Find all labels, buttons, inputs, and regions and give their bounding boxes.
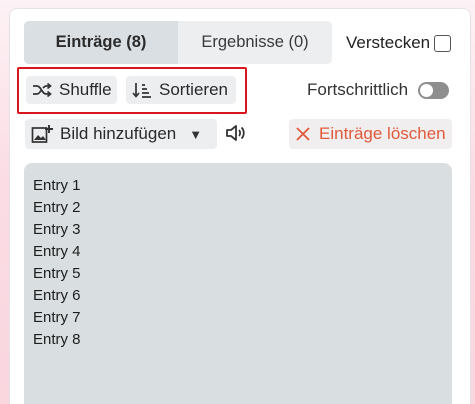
add-image-icon — [31, 125, 53, 143]
toggle-knob — [420, 83, 434, 97]
tab-entries[interactable]: Einträge (8) — [24, 21, 178, 64]
entry-line: Entry 2 — [33, 199, 81, 216]
shuffle-label: Shuffle — [59, 80, 112, 99]
sort-button[interactable]: Sortieren — [126, 76, 236, 104]
shuffle-button[interactable]: Shuffle — [26, 76, 117, 104]
entry-line: Entry 3 — [33, 221, 81, 238]
tab-bar: Einträge (8) Ergebnisse (0) — [24, 21, 332, 64]
advanced-label: Fortschrittlich — [307, 80, 409, 99]
hide-toggle[interactable]: Verstecken — [346, 33, 452, 53]
clear-entries-button[interactable]: Einträge löschen — [289, 119, 452, 149]
advanced-toggle[interactable] — [418, 81, 450, 99]
close-icon — [296, 127, 310, 141]
shuffle-icon — [33, 82, 52, 98]
hide-label: Verstecken — [346, 33, 431, 52]
hide-checkbox[interactable] — [434, 34, 452, 52]
entry-line: Entry 5 — [33, 265, 81, 282]
entry-line: Entry 4 — [33, 243, 81, 260]
entry-line: Entry 1 — [33, 177, 81, 194]
sort-icon — [132, 83, 151, 98]
entry-line: Entry 8 — [33, 331, 81, 348]
entry-line: Entry 7 — [33, 309, 81, 326]
speaker-icon[interactable] — [225, 123, 247, 148]
tab-results[interactable]: Ergebnisse (0) — [178, 21, 332, 64]
add-image-label: Bild hinzufügen — [60, 124, 177, 143]
add-image-button[interactable]: Bild hinzufügen ▼ — [25, 119, 217, 149]
sort-label: Sortieren — [159, 80, 228, 99]
caret-down-icon: ▼ — [189, 126, 203, 142]
entries-textarea[interactable]: Entry 1 Entry 2 Entry 3 Entry 4 Entry 5 … — [24, 163, 452, 404]
clear-entries-label: Einträge löschen — [319, 124, 446, 143]
advanced-toggle-row: Fortschrittlich — [307, 80, 450, 100]
entry-line: Entry 6 — [33, 287, 81, 304]
